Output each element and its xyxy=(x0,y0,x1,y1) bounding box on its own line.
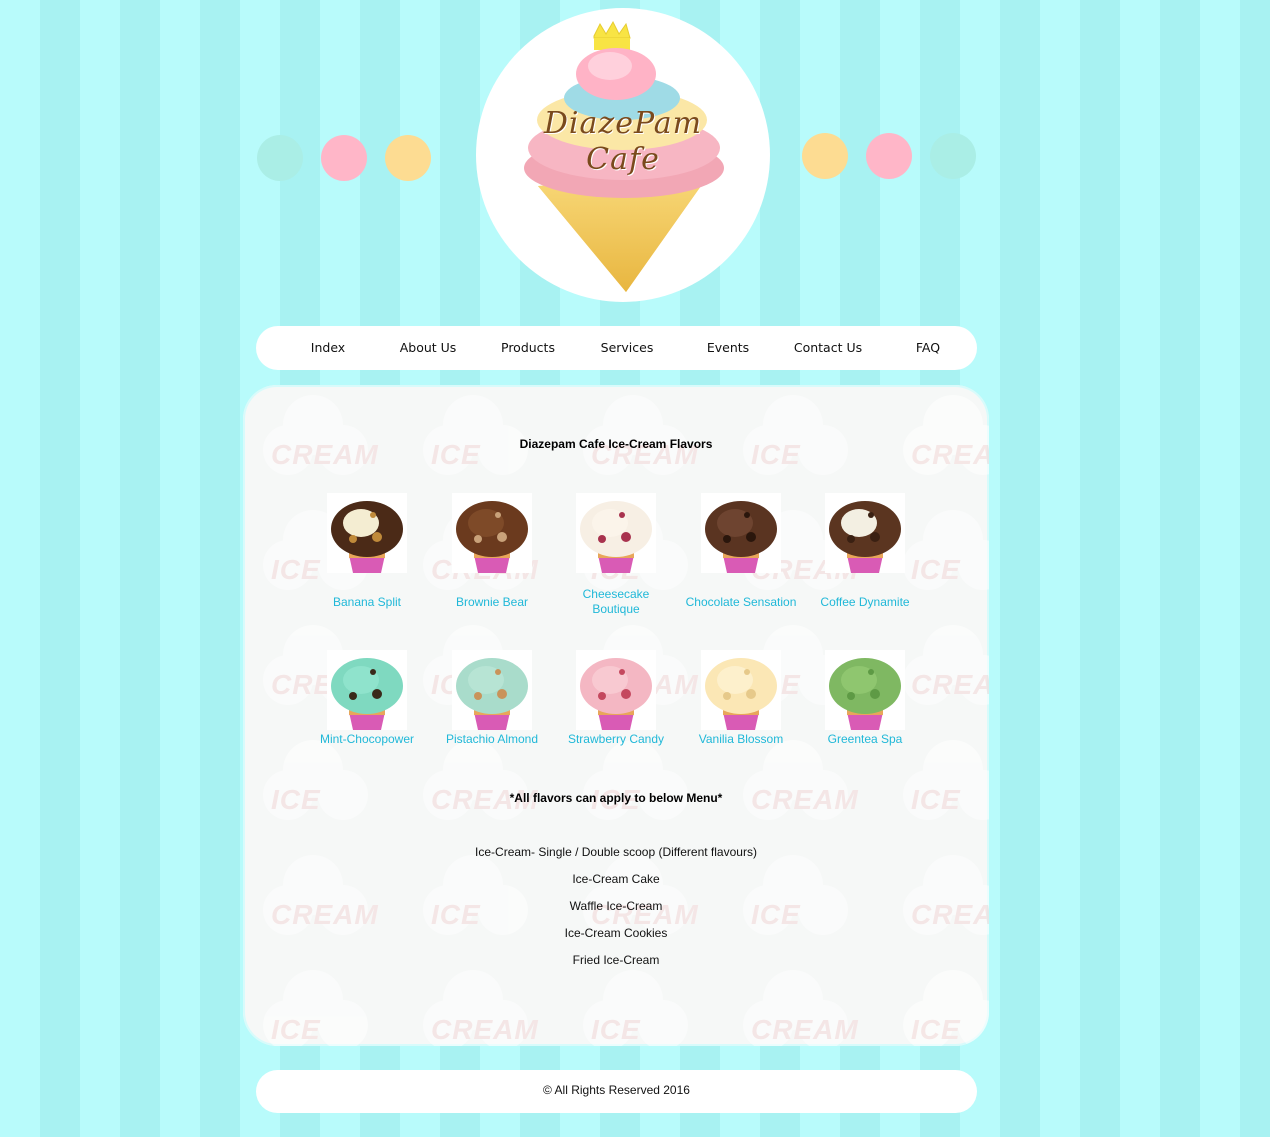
menu-item-cookies: Ice-Cream Cookies xyxy=(564,926,668,940)
ice-cream-scoop-icon xyxy=(705,501,777,573)
flavor-name-link[interactable]: Cheesecake Boutique xyxy=(554,587,678,617)
flavor-card: Brownie Bear xyxy=(430,493,554,610)
footer: © All Rights Reserved 2016 xyxy=(256,1070,977,1113)
flavor-name-link[interactable]: Pistachio Almond xyxy=(430,732,554,747)
flavor-image[interactable] xyxy=(576,493,656,573)
flavor-image[interactable] xyxy=(327,650,407,730)
nav-products[interactable]: Products xyxy=(478,326,578,370)
ice-cream-scoop-icon xyxy=(580,501,652,573)
ice-cream-scoop-icon xyxy=(456,658,528,730)
watermark-text: ICE xyxy=(271,1014,321,1045)
copyright-text: © All Rights Reserved 2016 xyxy=(543,1083,690,1097)
flavor-card: Mint-Chocopower xyxy=(305,650,429,747)
watermark-text: ICE xyxy=(911,1014,961,1045)
menu-item-waffle: Waffle Ice-Cream xyxy=(569,899,663,913)
flavors-note: *All flavors can apply to below Menu* xyxy=(509,791,723,805)
watermark-ice-cream-icon: ICE xyxy=(263,740,373,830)
nav-index[interactable]: Index xyxy=(278,326,378,370)
flavor-card: Chocolate Sensation xyxy=(679,493,803,610)
flavor-name-link[interactable]: Greentea Spa xyxy=(803,732,927,747)
ice-cream-scoop-icon xyxy=(829,658,901,730)
menu-item-cake: Ice-Cream Cake xyxy=(572,872,660,886)
flavor-image[interactable] xyxy=(452,493,532,573)
content-panel: CREAMICECREAMICECREAMICECREAMICECREAMICE… xyxy=(243,385,989,1046)
ice-cream-scoop-icon xyxy=(331,501,403,573)
flavor-card: Strawberry Candy xyxy=(554,650,678,747)
flavor-name-link[interactable]: Vanilia Blossom xyxy=(679,732,803,747)
flavor-image[interactable] xyxy=(452,650,532,730)
decor-dot-left-1 xyxy=(257,135,303,181)
flavor-name-link[interactable]: Mint-Chocopower xyxy=(305,732,429,747)
flavor-card: Pistachio Almond xyxy=(430,650,554,747)
flavor-name-link[interactable]: Chocolate Sensation xyxy=(679,595,803,610)
page-title: Diazepam Cafe Ice-Cream Flavors xyxy=(519,437,713,451)
nav-about-us[interactable]: About Us xyxy=(378,326,478,370)
watermark-ice-cream-icon: ICE xyxy=(583,740,693,830)
watermark-ice-cream-icon: ICE xyxy=(263,970,373,1046)
logo-text-line2: Cafe xyxy=(586,142,660,177)
nav-contact-us[interactable]: Contact Us xyxy=(778,326,878,370)
decor-dot-right-1 xyxy=(802,133,848,179)
watermark-text: CREAM xyxy=(431,1014,539,1045)
watermark-ice-cream-icon: CREAM xyxy=(423,740,538,830)
ice-cream-scoop-icon xyxy=(456,501,528,573)
watermark-text: CREAM xyxy=(751,1014,859,1045)
flavor-image[interactable] xyxy=(825,650,905,730)
ice-cream-scoop-icon xyxy=(829,501,901,573)
logo-text-line1: DiazePam xyxy=(543,106,703,141)
decor-dot-right-2 xyxy=(866,133,912,179)
menu-item-scoop: Ice-Cream- Single / Double scoop (Differ… xyxy=(475,845,757,859)
watermark-ice-cream-icon: CREAM xyxy=(423,970,538,1046)
watermark-ice-cream-icon: ICE xyxy=(903,970,989,1046)
ice-cream-scoop-icon xyxy=(331,658,403,730)
decor-dot-left-3 xyxy=(385,135,431,181)
flavor-card: Vanilia Blossom xyxy=(679,650,803,747)
watermark-ice-cream-icon: CREAM xyxy=(743,970,858,1046)
flavor-card: Banana Split xyxy=(305,493,429,610)
flavor-image[interactable] xyxy=(576,650,656,730)
watermark-ice-cream-icon: CREAM xyxy=(743,740,858,830)
flavor-image[interactable] xyxy=(825,493,905,573)
nav-services[interactable]: Services xyxy=(577,326,677,370)
nav-faq[interactable]: FAQ xyxy=(878,326,978,370)
flavor-image[interactable] xyxy=(327,493,407,573)
watermark-ice-cream-icon: ICE xyxy=(903,740,989,830)
decor-dot-left-2 xyxy=(321,135,367,181)
ice-cream-scoop-icon xyxy=(580,658,652,730)
flavor-card: Greentea Spa xyxy=(803,650,927,747)
decor-dot-right-3 xyxy=(930,133,976,179)
flavor-card: Coffee Dynamite xyxy=(803,493,927,610)
menu-item-fried: Fried Ice-Cream xyxy=(572,953,660,967)
flavor-card: Cheesecake Boutique xyxy=(554,493,678,617)
flavor-image[interactable] xyxy=(701,650,781,730)
site-logo[interactable]: DiazePam Cafe xyxy=(476,8,770,302)
nav-events[interactable]: Events xyxy=(678,326,778,370)
ice-cream-scoop-icon xyxy=(705,658,777,730)
flavor-name-link[interactable]: Strawberry Candy xyxy=(554,732,678,747)
watermark-text: ICE xyxy=(591,1014,641,1045)
flavor-name-link[interactable]: Brownie Bear xyxy=(430,595,554,610)
flavor-name-link[interactable]: Coffee Dynamite xyxy=(803,595,927,610)
main-nav: Index About Us Products Services Events … xyxy=(256,326,977,370)
flavor-name-link[interactable]: Banana Split xyxy=(305,595,429,610)
watermark-ice-cream-icon: ICE xyxy=(583,970,693,1046)
flavor-image[interactable] xyxy=(701,493,781,573)
